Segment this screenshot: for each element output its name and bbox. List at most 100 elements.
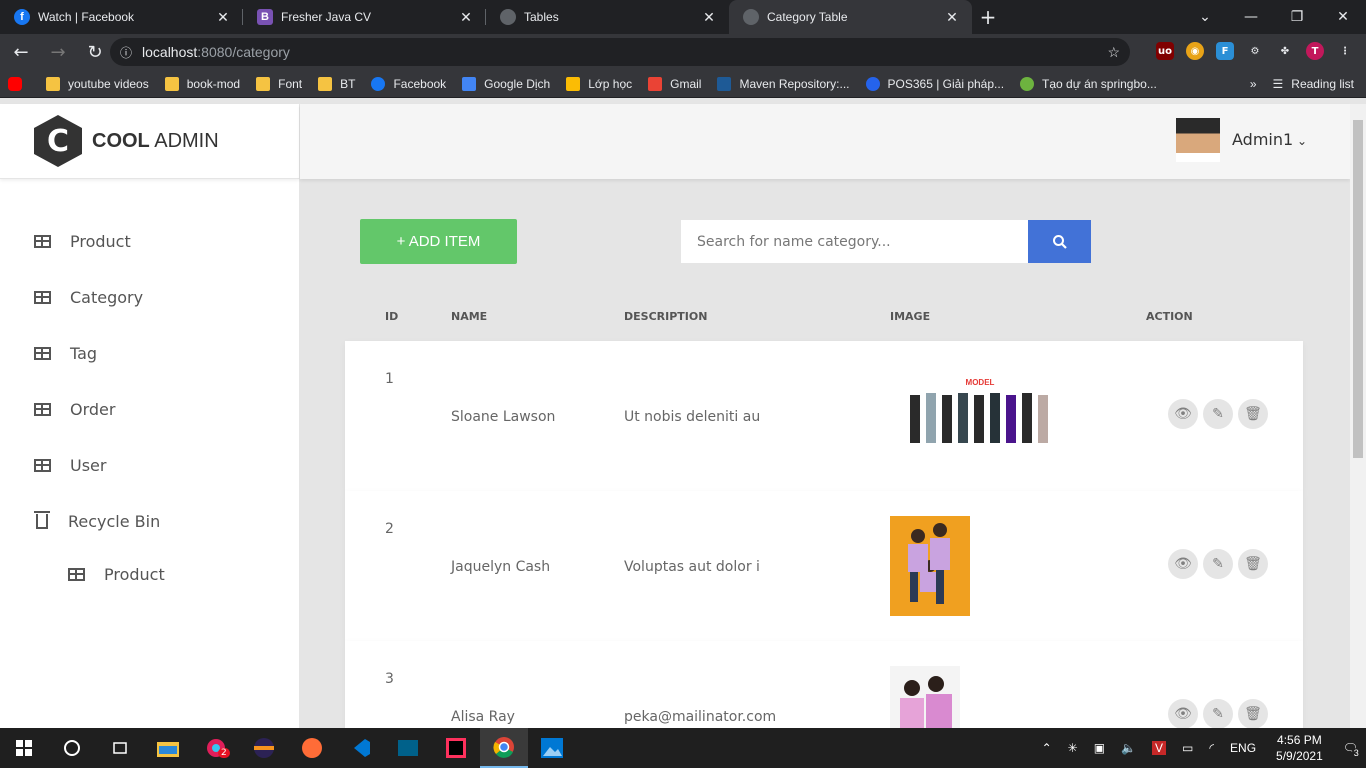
search-button[interactable] [1028,220,1091,263]
intellij-icon[interactable] [432,728,480,768]
bookmark-google-translate[interactable]: Google Dịch [462,76,550,91]
delete-button[interactable]: 🗑 [1238,399,1268,429]
bookmark-gmail[interactable]: Gmail [648,76,701,91]
slack-icon[interactable]: 2 [192,728,240,768]
bookmark-maven[interactable]: Maven Repository:... [717,76,850,91]
reading-list-icon: ☰ [1272,76,1284,91]
eclipse-icon[interactable] [240,728,288,768]
info-icon[interactable]: ⓘ [120,44,132,61]
clock[interactable]: 4:56 PM 5/9/2021 [1276,732,1323,764]
sidebar-item-order[interactable]: Order [0,381,299,437]
bookmark-folder[interactable]: BT [318,76,355,91]
more-bookmarks-icon[interactable]: » [1250,77,1257,91]
notification-icon[interactable]: 🗨 3 [1343,741,1361,758]
slack-tray-icon[interactable]: ✳ [1068,741,1078,755]
sidebar-item-label: Product [70,231,131,251]
sidebar-item-recycle-bin[interactable]: Recycle Bin [0,493,299,549]
reading-list[interactable]: ☰ Reading list [1273,77,1354,91]
sidebar-item-product[interactable]: Product [0,213,299,269]
browser-tab-facebook[interactable]: f Watch | Facebook ✕ [0,0,243,34]
bookmark-youtube[interactable] [8,76,30,91]
bookmark-classroom[interactable]: Lớp học [566,76,632,91]
back-button[interactable]: ← [5,36,37,68]
gmail-icon [648,76,663,91]
search-icon [1052,234,1067,249]
edit-button[interactable]: ✎ [1203,699,1233,729]
column-header-id: ID [385,310,399,323]
bookmark-folder[interactable]: Font [256,76,302,91]
bookmark-facebook[interactable]: Facebook [371,76,446,91]
sidebar-item-category[interactable]: Category [0,269,299,325]
avatar[interactable] [1176,118,1220,162]
close-icon[interactable]: ✕ [458,9,474,26]
bookmark-folder[interactable]: book-mod [164,76,241,91]
search-input[interactable] [681,220,1028,263]
table-icon [34,290,51,304]
ublock-icon[interactable]: uo [1156,42,1174,60]
sidebar-item-tag[interactable]: Tag [0,325,299,381]
notification-count: 3 [1351,748,1361,758]
close-icon[interactable]: ✕ [215,9,231,26]
url-host: localhost [142,44,198,60]
add-item-button[interactable]: + ADD ITEM [360,219,517,264]
bookmark-folder[interactable]: youtube videos [46,76,149,91]
task-view-icon[interactable] [96,728,144,768]
close-icon[interactable]: ✕ [701,9,717,26]
forward-button[interactable]: → [42,36,74,68]
postman-icon[interactable] [288,728,336,768]
search-circle-icon[interactable] [48,728,96,768]
unikey-icon[interactable]: V [1152,741,1167,755]
browser-tab-tables[interactable]: Tables ✕ [486,0,729,34]
minimize-button[interactable]: — [1228,9,1274,25]
extension-icon[interactable]: ◉ [1186,42,1204,60]
logo[interactable]: C COOL ADMIN [0,104,299,179]
bookmark-spring[interactable]: Tạo dự án springbo... [1020,76,1157,91]
address-bar[interactable]: ⓘ localhost:8080/category ☆ [110,38,1130,66]
photos-icon[interactable] [528,728,576,768]
sidebar: C COOL ADMIN Product Category Tag Order … [0,104,299,728]
bookmark-label: youtube videos [68,76,149,91]
vscode-icon[interactable] [336,728,384,768]
puzzle-icon[interactable]: ✤ [1276,42,1294,60]
browser-tab-fresher-java[interactable]: B Fresher Java CV ✕ [243,0,486,34]
view-button[interactable]: 👁 [1168,549,1198,579]
file-explorer-icon[interactable] [144,728,192,768]
view-button[interactable]: 👁 [1168,399,1198,429]
battery-icon[interactable]: ▭ [1182,741,1193,755]
bookmark-pos365[interactable]: POS365 | Giải pháp... [865,76,1004,91]
chrome-icon[interactable] [480,728,528,768]
user-menu[interactable]: Admin1 [1232,130,1307,149]
eye-icon: 👁 [1174,556,1192,572]
maximize-button[interactable]: ❐ [1274,9,1320,25]
cell-name: Alisa Ray [451,709,515,725]
close-window-button[interactable]: ✕ [1320,9,1366,25]
page-scrollbar[interactable] [1350,104,1366,728]
tab-search-icon[interactable]: ⌄ [1182,9,1228,25]
close-icon[interactable]: ✕ [944,9,960,26]
sidebar-item-user[interactable]: User [0,437,299,493]
reload-button[interactable]: ↻ [79,36,111,68]
delete-button[interactable]: 🗑 [1238,549,1268,579]
bookmark-star-icon[interactable]: ☆ [1107,44,1120,61]
delete-button[interactable]: 🗑 [1238,699,1268,729]
mysql-workbench-icon[interactable] [384,728,432,768]
chevron-up-icon[interactable]: ⌃ [1042,741,1052,755]
sidebar-subitem-recycle-product[interactable]: Product [0,549,299,599]
language-indicator[interactable]: ENG [1230,741,1256,755]
profile-avatar[interactable]: T [1306,42,1324,60]
bookmark-label: book-mod [186,76,241,91]
new-tab-button[interactable]: + [972,0,1004,34]
volume-icon[interactable]: 🔈 [1121,741,1136,755]
main-content: Admin1 + ADD ITEM ID NAME DESCRIPTION IM… [300,104,1350,729]
wifi-icon[interactable]: ◜ [1209,741,1214,755]
scrollbar-thumb[interactable] [1353,120,1363,458]
gear-icon[interactable]: ⚙ [1246,42,1264,60]
meet-now-icon[interactable]: ▣ [1094,741,1105,755]
view-button[interactable]: 👁 [1168,699,1198,729]
browser-tab-category-table[interactable]: Category Table ✕ [729,0,972,34]
menu-icon[interactable]: ⋮ [1336,42,1354,60]
edit-button[interactable]: ✎ [1203,549,1233,579]
extension-icon[interactable]: F [1216,42,1234,60]
windows-start-icon[interactable] [0,728,48,768]
edit-button[interactable]: ✎ [1203,399,1233,429]
